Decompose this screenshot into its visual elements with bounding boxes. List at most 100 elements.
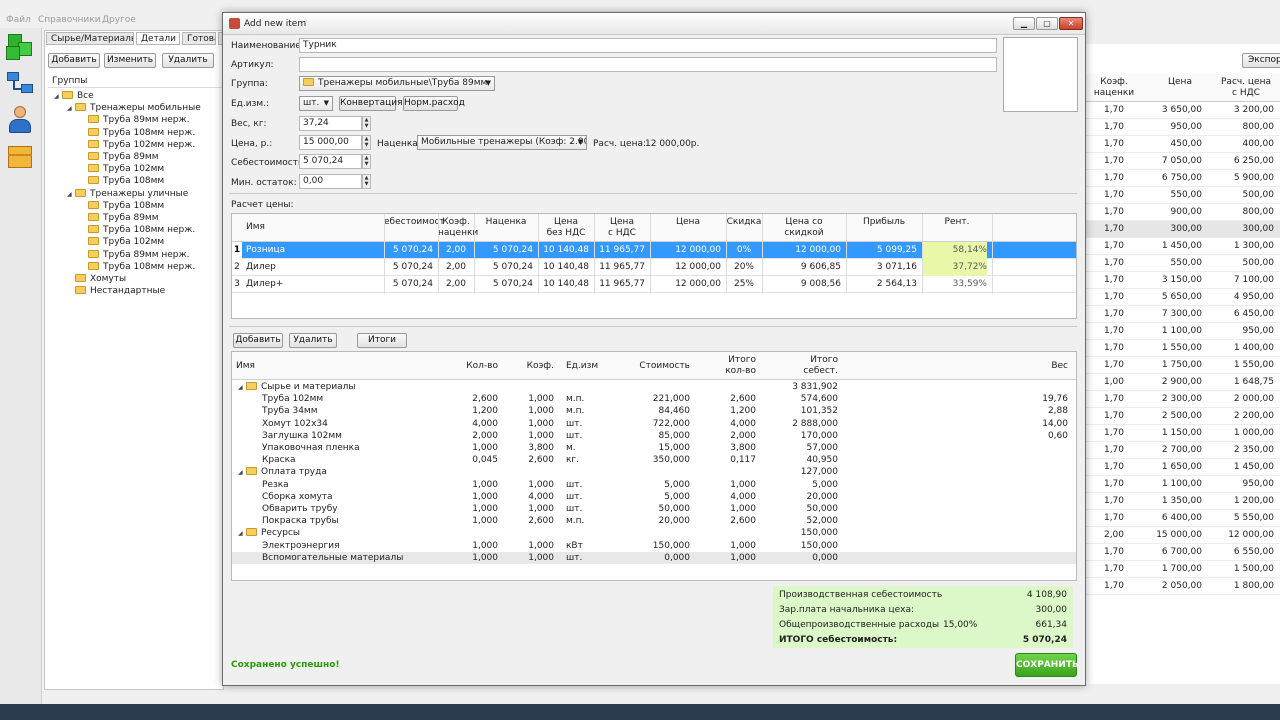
convert-button[interactable]: Конвертация [339,96,402,111]
table-row[interactable]: 1,70 300,00 300,00 [1084,221,1280,238]
tree-item[interactable]: Труба 108мм нерж. [80,127,195,139]
expand-icon[interactable]: ◢ [238,382,246,394]
price-header-cell[interactable]: Прибыль [846,217,922,228]
group-select[interactable]: Тренажеры мобильные\Труба 89мм ▼ [299,76,495,91]
tab-2[interactable]: Готовая [182,32,216,45]
list-item[interactable]: Труба 102мм 2,600 1,000 м.п. 221,000 2,600 574… [232,393,1076,405]
min-stock-input[interactable]: 0,00 [299,174,362,189]
bg-table-header-cell[interactable]: Коэф. наценки [1084,77,1144,99]
table-row[interactable]: 1,70 3 150,00 7 100,00 [1084,272,1280,289]
price-row[interactable]: 3 Дилер+ 5 070,24 2,00 5 070,24 10 140,48 11 9… [232,276,1076,293]
table-row[interactable]: 1,70 5 650,00 4 950,00 [1084,289,1280,306]
table-row[interactable]: 1,70 3 650,00 3 200,00 [1084,102,1280,119]
user-icon[interactable] [4,104,36,136]
maximize-icon[interactable]: ▢ [1036,17,1058,30]
article-input[interactable] [299,57,997,72]
list-item[interactable]: Вспомогательные материалы 1,000 1,000 шт. 0,… [232,551,1076,564]
table-row[interactable]: 1,70 450,00 400,00 [1084,136,1280,153]
table-row[interactable]: 2,00 15 000,00 12 000,00 [1084,527,1280,544]
tree-item[interactable]: ◢ Тренажеры уличные [67,188,188,200]
name-input[interactable]: Турник [299,38,997,53]
add-component-button[interactable]: Добавить [233,333,283,348]
table-row[interactable]: 1,70 2 700,00 2 350,00 [1084,442,1280,459]
table-row[interactable]: 1,70 2 500,00 2 200,00 [1084,408,1280,425]
tree-item[interactable]: Труба 89мм [80,212,159,224]
price-header-cell[interactable]: Цена со скидкой [762,217,846,239]
table-row[interactable]: 1,70 7 050,00 6 250,00 [1084,153,1280,170]
list-item[interactable]: ◢ Ресурсы 150,000 [232,527,1076,539]
min-stock-stepper[interactable]: ▲ ▼ [362,174,371,189]
price-row[interactable]: 2 Дилер 5 070,24 2,00 5 070,24 10 140,48 11 96… [232,259,1076,276]
list-item[interactable]: Заглушка 102мм 2,000 1,000 шт. 85,000 2,000 17… [232,430,1076,442]
table-row[interactable]: 1,70 1 100,00 950,00 [1084,476,1280,493]
expand-icon[interactable]: ◢ [238,467,246,479]
tree-item[interactable]: Труба 108мм нерж. [80,224,195,236]
unit-select[interactable]: шт. ▼ [299,96,333,111]
tree-item[interactable]: ◢ Все [54,90,94,102]
tree-item[interactable]: Труба 108мм [80,200,164,212]
minimize-icon[interactable]: ▁ [1013,17,1035,30]
expand-icon[interactable]: ◢ [67,103,75,115]
list-item[interactable]: Краска 0,045 2,600 кг. 350,000 0,117 40,950 [232,454,1076,466]
list-item[interactable]: Упаковочная пленка 1,000 3,800 м. 15,000 3,80… [232,442,1076,454]
price-input[interactable]: 15 000,00 [299,135,362,150]
list-item[interactable]: Труба 34мм 1,200 1,000 м.п. 84,460 1,200 101,3… [232,405,1076,417]
bg-button-2[interactable]: Удалить [162,53,214,68]
structure-icon[interactable] [4,68,36,100]
list-item[interactable]: Хомут 102х34 4,000 1,000 шт. 722,000 4,000 2 8… [232,418,1076,430]
tab-0[interactable]: Сырье/Материалы [46,32,134,45]
tree-item[interactable]: Труба 102мм [80,163,164,175]
list-item[interactable]: Обварить трубу 1,000 1,000 шт. 50,000 1,000 50… [232,503,1076,515]
tree-item[interactable]: Труба 108мм [80,175,164,187]
composition-header-cell[interactable]: Коэф. [502,361,554,372]
price-row[interactable]: 1 Розница 5 070,24 2,00 5 070,24 10 140,48 11 … [232,242,1076,259]
table-row[interactable]: 1,70 1 450,00 1 300,00 [1084,238,1280,255]
composition-header-cell[interactable]: Итого кол-во [694,355,756,377]
table-row[interactable]: 1,70 6 750,00 5 900,00 [1084,170,1280,187]
table-row[interactable]: 1,70 1 650,00 1 450,00 [1084,459,1280,476]
list-item[interactable]: Сборка хомута 1,000 4,000 шт. 5,000 4,000 20,0… [232,491,1076,503]
price-header-cell[interactable]: Цена [650,217,726,228]
table-row[interactable]: 1,70 550,00 500,00 [1084,187,1280,204]
table-row[interactable]: 1,70 1 100,00 950,00 [1084,323,1280,340]
table-row[interactable]: 1,70 6 700,00 6 550,00 [1084,544,1280,561]
menu-item[interactable]: Справочники [38,15,101,25]
table-row[interactable]: 1,70 550,00 500,00 [1084,255,1280,272]
markup-select[interactable]: Мобильные тренажеры (Коэф: 2.000) ▼ [417,135,587,150]
tree-item[interactable]: Труба 89мм нерж. [80,249,189,261]
table-row[interactable]: 1,70 6 400,00 5 550,00 [1084,510,1280,527]
delete-component-button[interactable]: Удалить [289,333,337,348]
table-row[interactable]: 1,70 900,00 800,00 [1084,204,1280,221]
bg-button-0[interactable]: Добавить [48,53,100,68]
menu-item[interactable]: Файл [6,15,31,25]
price-header-cell[interactable]: Цена без НДС [538,217,594,239]
save-button[interactable]: СОХРАНИТЬ [1015,653,1079,677]
composition-header-cell[interactable]: Вес [842,361,1068,372]
price-header-cell[interactable]: Имя [244,222,384,233]
composition-header-cell[interactable]: Стоимость [626,361,690,372]
table-row[interactable]: 1,70 7 300,00 6 450,00 [1084,306,1280,323]
tree-item[interactable]: Труба 102мм нерж. [80,139,195,151]
tree-item[interactable]: Хомуты [67,273,126,285]
price-stepper[interactable]: ▲ ▼ [362,135,371,150]
weight-input[interactable]: 37,24 [299,116,362,131]
table-row[interactable]: 1,70 1 350,00 1 200,00 [1084,493,1280,510]
weight-stepper[interactable]: ▲ ▼ [362,116,371,131]
expand-icon[interactable]: ◢ [67,189,75,201]
cubes-icon[interactable] [4,32,36,64]
composition-header-cell[interactable]: Кол-во [466,361,498,372]
list-item[interactable]: ◢ Сырье и материалы 3 831,902 [232,381,1076,393]
composition-header-cell[interactable]: Имя [236,361,462,372]
list-item[interactable]: Покраска трубы 1,000 2,600 м.п. 20,000 2,600 5… [232,515,1076,527]
price-header-cell[interactable]: Рент. [922,217,992,228]
table-row[interactable]: 1,70 1 750,00 1 550,00 [1084,357,1280,374]
table-row[interactable]: 1,00 2 900,00 1 648,75 [1084,374,1280,391]
tree-item[interactable]: Труба 102мм [80,236,164,248]
list-item[interactable]: Резка 1,000 1,000 шт. 5,000 1,000 5,000 [232,479,1076,491]
price-header-cell[interactable]: Скидка [726,217,762,228]
totals-button[interactable]: Итоги [357,333,407,348]
tree-item[interactable]: ◢ Тренажеры мобильные [67,102,201,114]
tree-item[interactable]: Труба 89мм нерж. [80,114,189,126]
composition-header-cell[interactable]: Ед.изм [566,361,622,372]
table-row[interactable]: 1,70 950,00 800,00 [1084,119,1280,136]
